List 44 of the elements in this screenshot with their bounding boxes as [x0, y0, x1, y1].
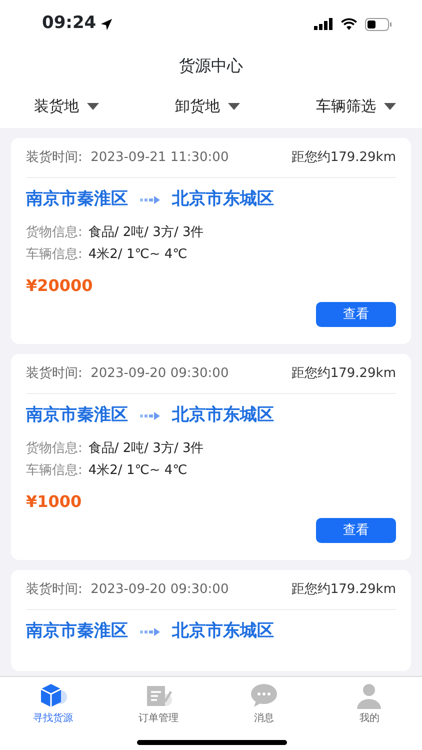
vehicle-info: 4米2/ 1℃~ 4℃ — [88, 462, 188, 480]
wifi-icon — [341, 18, 357, 30]
vehicle-info: 4米2/ 1℃~ 4℃ — [88, 246, 188, 264]
distance-text: 距您约179.29km — [291, 364, 396, 383]
price: ¥1000 — [26, 492, 82, 511]
destination-city: 北京市东城区 — [172, 188, 274, 212]
filter-dropdown[interactable]: 装货地 — [34, 94, 99, 118]
price: ¥20000 — [26, 276, 93, 295]
tab-item[interactable]: 消息 — [211, 677, 316, 726]
location-arrow-icon — [100, 18, 114, 30]
origin-city: 南京市秦淮区 — [26, 620, 128, 644]
tab-item[interactable]: 订单管理 — [106, 677, 211, 726]
route-arrow-icon — [140, 196, 160, 204]
destination-city: 北京市东城区 — [172, 404, 274, 428]
info-label: 货物信息: — [26, 224, 82, 242]
chat-icon — [248, 683, 279, 709]
distance-text: 距您约179.29km — [291, 148, 396, 167]
info-label: 车辆信息: — [26, 246, 82, 264]
filter-dropdown[interactable]: 卸货地 — [175, 94, 240, 118]
route-arrow-icon — [140, 628, 160, 636]
load-time: 装货时间: 2023-09-21 11:30:00 — [26, 148, 229, 167]
tab-item[interactable]: 我的 — [316, 677, 422, 726]
view-button[interactable]: 查看 — [316, 518, 396, 543]
caret-icon — [384, 102, 396, 110]
page-title: 货源中心 — [179, 55, 243, 77]
info-label: 车辆信息: — [26, 462, 82, 480]
clock-time: 09:24 — [42, 12, 96, 36]
load-time: 装货时间: 2023-09-20 09:30:00 — [26, 580, 229, 599]
origin-city: 南京市秦淮区 — [26, 188, 128, 212]
signal-icon — [314, 18, 333, 30]
caret-icon — [228, 102, 240, 110]
caret-icon — [87, 102, 99, 110]
battery-icon — [365, 18, 392, 30]
view-button[interactable]: 查看 — [316, 302, 396, 327]
cargo-info: 食品/ 2吨/ 3方/ 3件 — [88, 224, 204, 242]
filter-dropdown[interactable]: 车辆筛选 — [316, 94, 396, 118]
info-label: 货物信息: — [26, 440, 82, 458]
cargo-info: 食品/ 2吨/ 3方/ 3件 — [88, 440, 204, 458]
load-time: 装货时间: 2023-09-20 09:30:00 — [26, 364, 229, 383]
tab-item[interactable]: 寻找货源 — [0, 677, 106, 726]
route-arrow-icon — [140, 412, 160, 420]
origin-city: 南京市秦淮区 — [26, 404, 128, 428]
distance-text: 距您约179.29km — [291, 580, 396, 599]
destination-city: 北京市东城区 — [172, 620, 274, 644]
